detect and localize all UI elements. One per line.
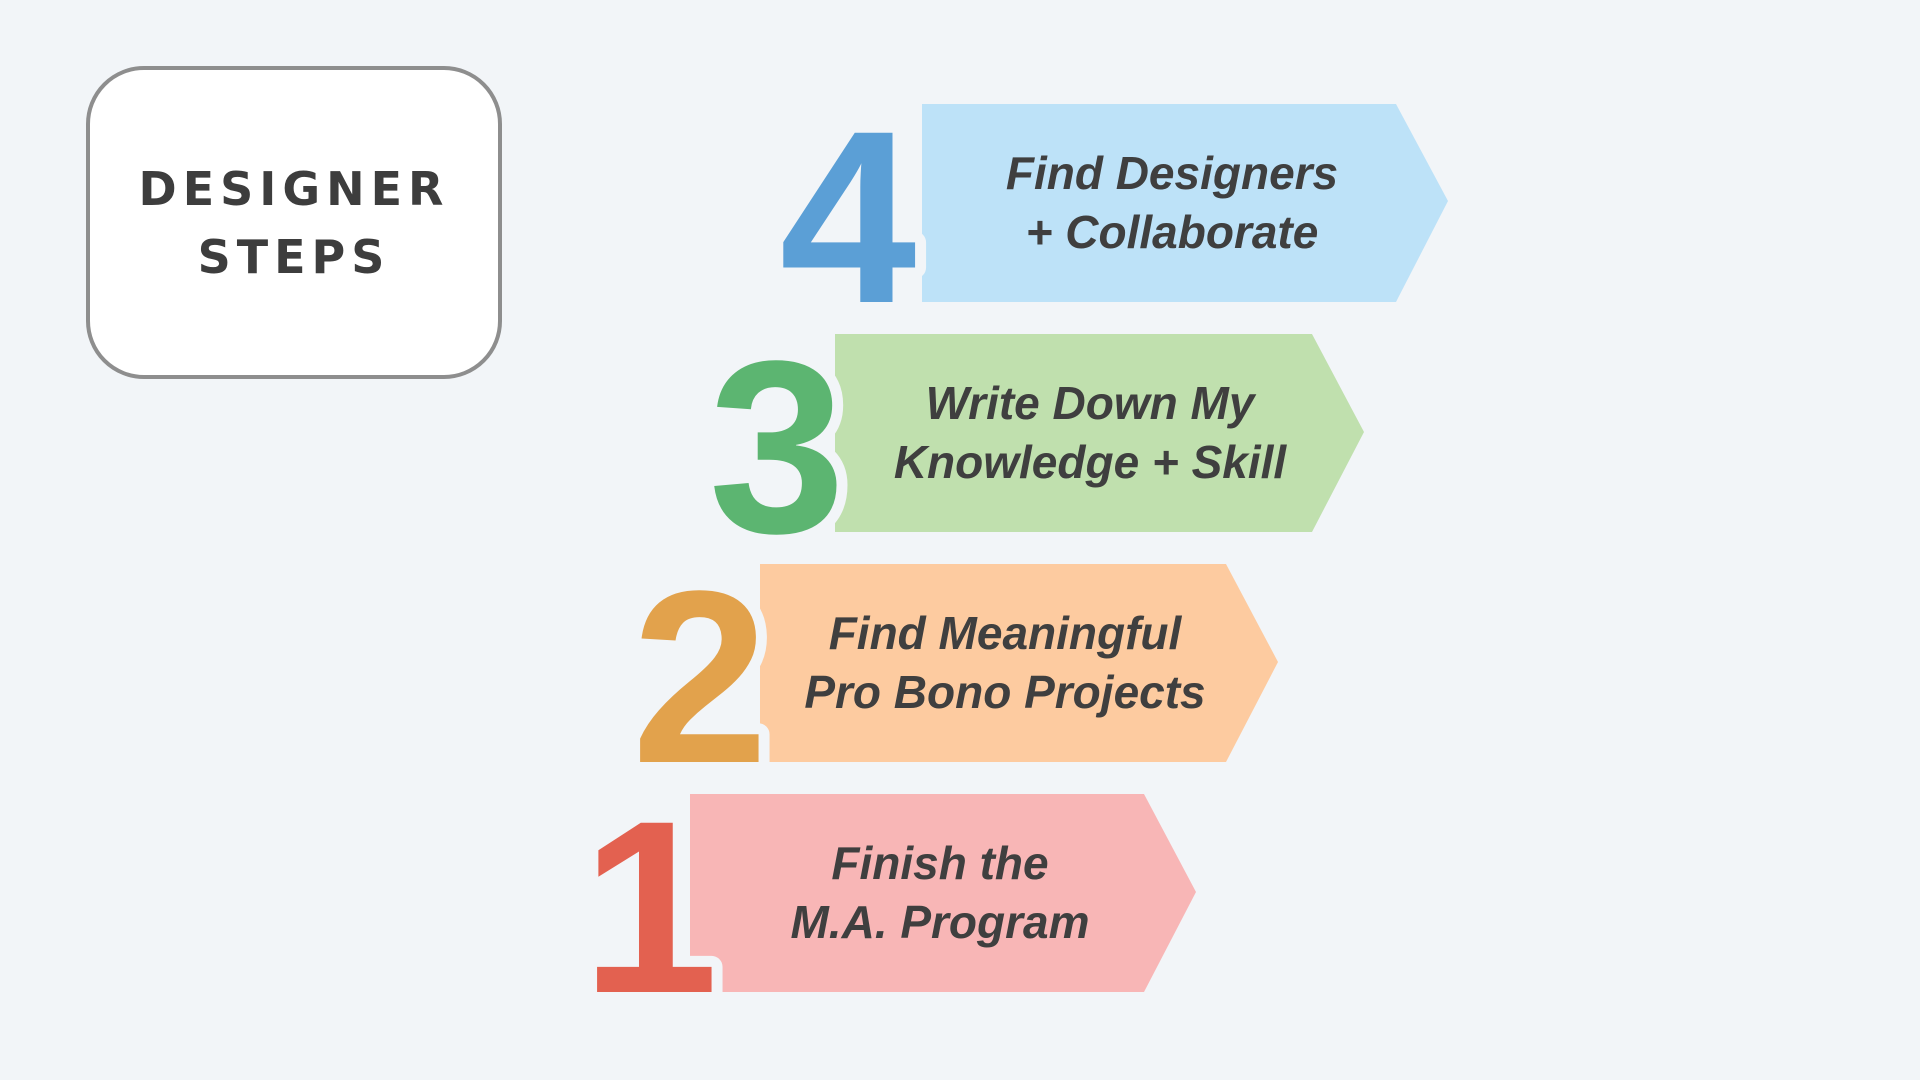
- step-4-label: Find Designers + Collaborate: [922, 104, 1422, 302]
- step-2-label: Find Meaningful Pro Bono Projects: [760, 564, 1250, 762]
- step-1-label-line-2: M.A. Program: [790, 896, 1090, 948]
- step-4-label-line-1: Find Designers: [1005, 147, 1339, 199]
- step-2-label-line-1: Find Meaningful: [828, 607, 1182, 659]
- step-2-label-line-2: Pro Bono Projects: [804, 666, 1206, 718]
- step-3-label-line-1: Write Down My: [925, 377, 1255, 429]
- step-1-label: Finish the M.A. Program: [690, 794, 1190, 992]
- step-1-label-line-1: Finish the: [831, 837, 1049, 889]
- step-4-label-line-2: + Collaborate: [1025, 206, 1319, 258]
- step-3-label-line-2: Knowledge + Skill: [893, 436, 1287, 488]
- step-3-label: Write Down My Knowledge + Skill: [835, 334, 1345, 532]
